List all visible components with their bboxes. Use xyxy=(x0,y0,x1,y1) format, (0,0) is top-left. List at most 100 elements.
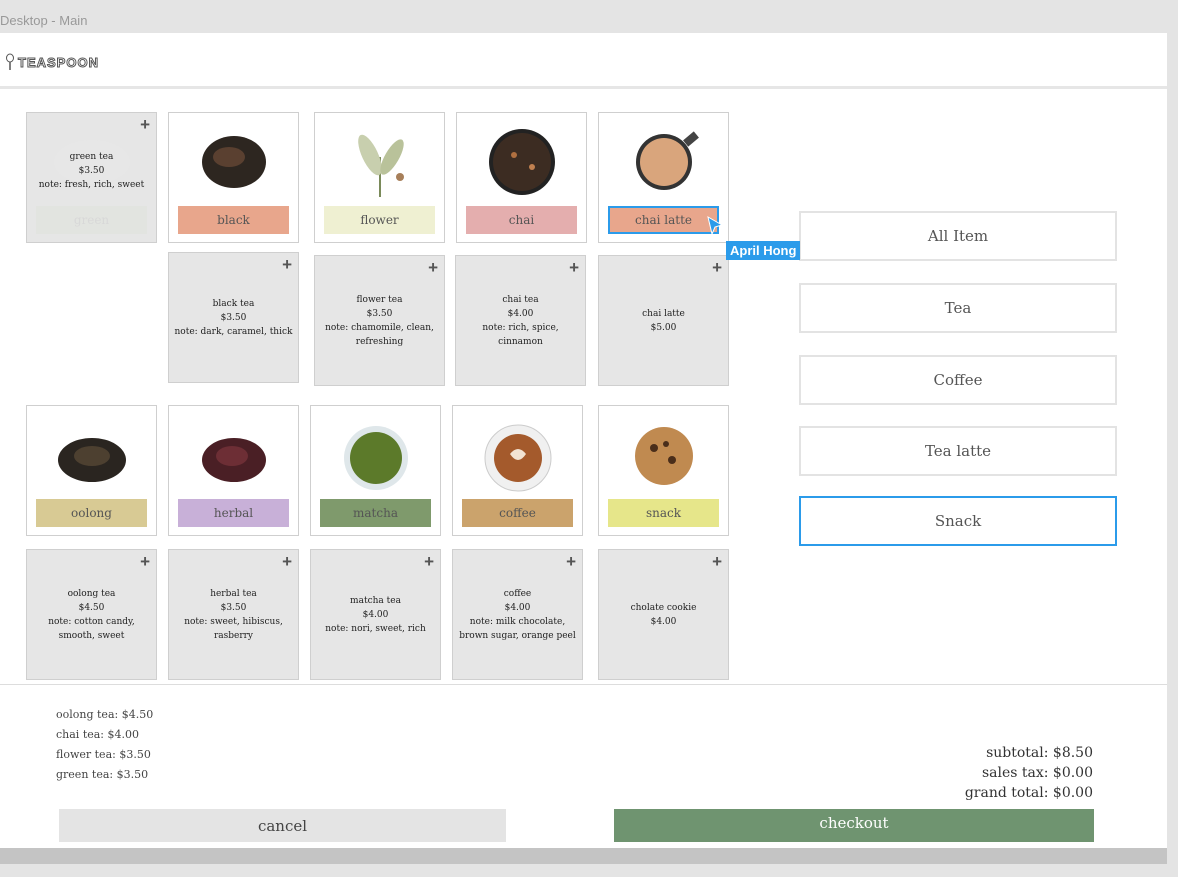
product-price: $3.50 xyxy=(366,308,393,319)
product-name: herbal tea xyxy=(210,588,257,599)
product-info: flower tea $3.50 note: chamomile, clean, r… xyxy=(315,293,444,349)
product-info: coffee $4.00 note: milk chocolate, brown s… xyxy=(453,587,582,643)
spoon-icon xyxy=(6,53,14,70)
product-info: cholate cookie $4.00 xyxy=(599,601,728,629)
product-name: cholate cookie xyxy=(630,602,697,613)
product-detail-card[interactable]: + coffee $4.00 note: milk chocolate, brown … xyxy=(452,549,583,680)
category-tea-latte[interactable]: Tea latte xyxy=(799,426,1117,476)
product-note: note: dark, caramel, thick xyxy=(174,326,293,337)
product-image xyxy=(201,438,266,482)
product-price: $4.00 xyxy=(650,616,677,627)
product-name: matcha tea xyxy=(350,595,401,606)
product-card-matcha[interactable]: matcha xyxy=(310,405,441,536)
product-label: snack xyxy=(608,499,719,527)
product-info: matcha tea $4.00 note: nori, sweet, rich xyxy=(311,594,440,636)
category-all-item[interactable]: All Item xyxy=(799,211,1117,261)
order-panel: oolong tea: $4.50 chai tea: $4.00 flower… xyxy=(0,684,1167,848)
product-label: black xyxy=(178,206,289,234)
main-page: TEASPOON green + green tea $3.50 note: fresh… xyxy=(0,33,1167,848)
category-coffee[interactable]: Coffee xyxy=(799,355,1117,405)
cancel-button[interactable]: cancel xyxy=(59,809,506,842)
product-note: note: chamomile, clean, refreshing xyxy=(325,322,434,347)
add-icon[interactable]: + xyxy=(282,552,292,572)
product-image xyxy=(57,438,126,482)
product-detail-card[interactable]: + oolong tea $4.50 note: cotton candy, smoo… xyxy=(26,549,157,680)
product-info: herbal tea $3.50 note: sweet, hibiscus, ra… xyxy=(169,587,298,643)
horizontal-scrollbar[interactable] xyxy=(0,848,1167,864)
order-item[interactable]: chai tea: $4.00 xyxy=(56,725,153,745)
product-price: $4.00 xyxy=(362,609,389,620)
product-price: $4.00 xyxy=(507,308,534,319)
order-item[interactable]: green tea: $3.50 xyxy=(56,765,153,785)
product-label: chai latte xyxy=(608,206,719,234)
product-info: green tea $3.50 note: fresh, rich, sweet xyxy=(27,150,156,192)
product-card-snack[interactable]: snack xyxy=(598,405,729,536)
product-note: note: cotton candy, smooth, sweet xyxy=(48,616,135,641)
product-info: chai latte $5.00 xyxy=(599,307,728,335)
product-name: green tea xyxy=(69,152,114,163)
product-detail-card[interactable]: + flower tea $3.50 note: chamomile, clean, … xyxy=(314,255,445,386)
add-icon[interactable]: + xyxy=(140,552,150,572)
product-label: oolong xyxy=(36,499,147,527)
product-card-chai[interactable]: chai xyxy=(456,112,587,243)
totals: subtotal: $8.50 sales tax: $0.00 grand t… xyxy=(965,743,1093,803)
sales-tax: sales tax: $0.00 xyxy=(981,765,1093,781)
category-snack[interactable]: Snack xyxy=(799,496,1117,546)
add-icon[interactable]: + xyxy=(566,552,576,572)
product-info: black tea $3.50 note: dark, caramel, thick xyxy=(169,297,298,339)
product-note: note: rich, spice, cinnamon xyxy=(482,322,559,347)
window-title: Desktop - Main xyxy=(0,13,88,28)
product-card-green[interactable]: green + green tea $3.50 note: fresh, rich, s… xyxy=(26,112,157,243)
add-icon[interactable]: + xyxy=(424,552,434,572)
category-tea[interactable]: Tea xyxy=(799,283,1117,333)
checkout-button[interactable]: checkout xyxy=(614,809,1094,842)
product-price: $4.00 xyxy=(504,602,531,613)
add-icon[interactable]: + xyxy=(282,255,292,275)
product-card-flower[interactable]: flower xyxy=(314,112,445,243)
collaborator-cursor-label: April Hong xyxy=(726,241,801,260)
product-price: $3.50 xyxy=(78,166,105,177)
product-detail-card[interactable]: + herbal tea $3.50 note: sweet, hibiscus, r… xyxy=(168,549,299,680)
order-item[interactable]: oolong tea: $4.50 xyxy=(56,705,153,725)
product-note: note: sweet, hibiscus, rasberry xyxy=(184,616,283,641)
cursor-icon xyxy=(707,215,724,236)
product-label: herbal xyxy=(178,499,289,527)
product-label: chai xyxy=(466,206,577,234)
add-icon[interactable]: + xyxy=(428,258,438,278)
product-name: flower tea xyxy=(356,294,403,305)
product-label: flower xyxy=(324,206,435,234)
product-price: $3.50 xyxy=(220,312,247,323)
add-icon[interactable]: + xyxy=(712,258,722,278)
product-price: $5.00 xyxy=(650,322,677,333)
product-detail-card[interactable]: + matcha tea $4.00 note: nori, sweet, rich xyxy=(310,549,441,680)
product-image xyxy=(635,131,699,190)
product-name: chai latte xyxy=(642,308,685,319)
product-detail-card[interactable]: + chai latte $5.00 xyxy=(598,255,729,386)
product-card-oolong[interactable]: oolong xyxy=(26,405,157,536)
product-image xyxy=(488,129,555,195)
product-image xyxy=(634,427,693,485)
product-name: oolong tea xyxy=(67,588,116,599)
product-detail-card[interactable]: + black tea $3.50 note: dark, caramel, thic… xyxy=(168,252,299,383)
header: TEASPOON xyxy=(0,33,1167,89)
brand-name: TEASPOON xyxy=(18,54,99,70)
product-label: coffee xyxy=(462,499,573,527)
add-icon[interactable]: + xyxy=(569,258,579,278)
product-card-herbal[interactable]: herbal xyxy=(168,405,299,536)
product-image xyxy=(484,424,551,492)
product-card-coffee[interactable]: coffee xyxy=(452,405,583,536)
product-info: oolong tea $4.50 note: cotton candy, smoot… xyxy=(27,587,156,643)
order-item[interactable]: flower tea: $3.50 xyxy=(56,745,153,765)
product-image xyxy=(343,426,408,490)
product-price: $4.50 xyxy=(78,602,105,613)
product-detail-card[interactable]: + cholate cookie $4.00 xyxy=(598,549,729,680)
product-image xyxy=(357,134,404,197)
product-label: green xyxy=(36,206,147,234)
product-price: $3.50 xyxy=(220,602,247,613)
add-icon[interactable]: + xyxy=(712,552,722,572)
product-card-black[interactable]: black xyxy=(168,112,299,243)
product-detail-card[interactable]: + chai tea $4.00 note: rich, spice, cinnamo… xyxy=(455,255,586,386)
product-info: chai tea $4.00 note: rich, spice, cinnamon xyxy=(456,293,585,349)
add-icon[interactable]: + xyxy=(140,115,150,135)
grand-total: grand total: $0.00 xyxy=(964,785,1093,801)
